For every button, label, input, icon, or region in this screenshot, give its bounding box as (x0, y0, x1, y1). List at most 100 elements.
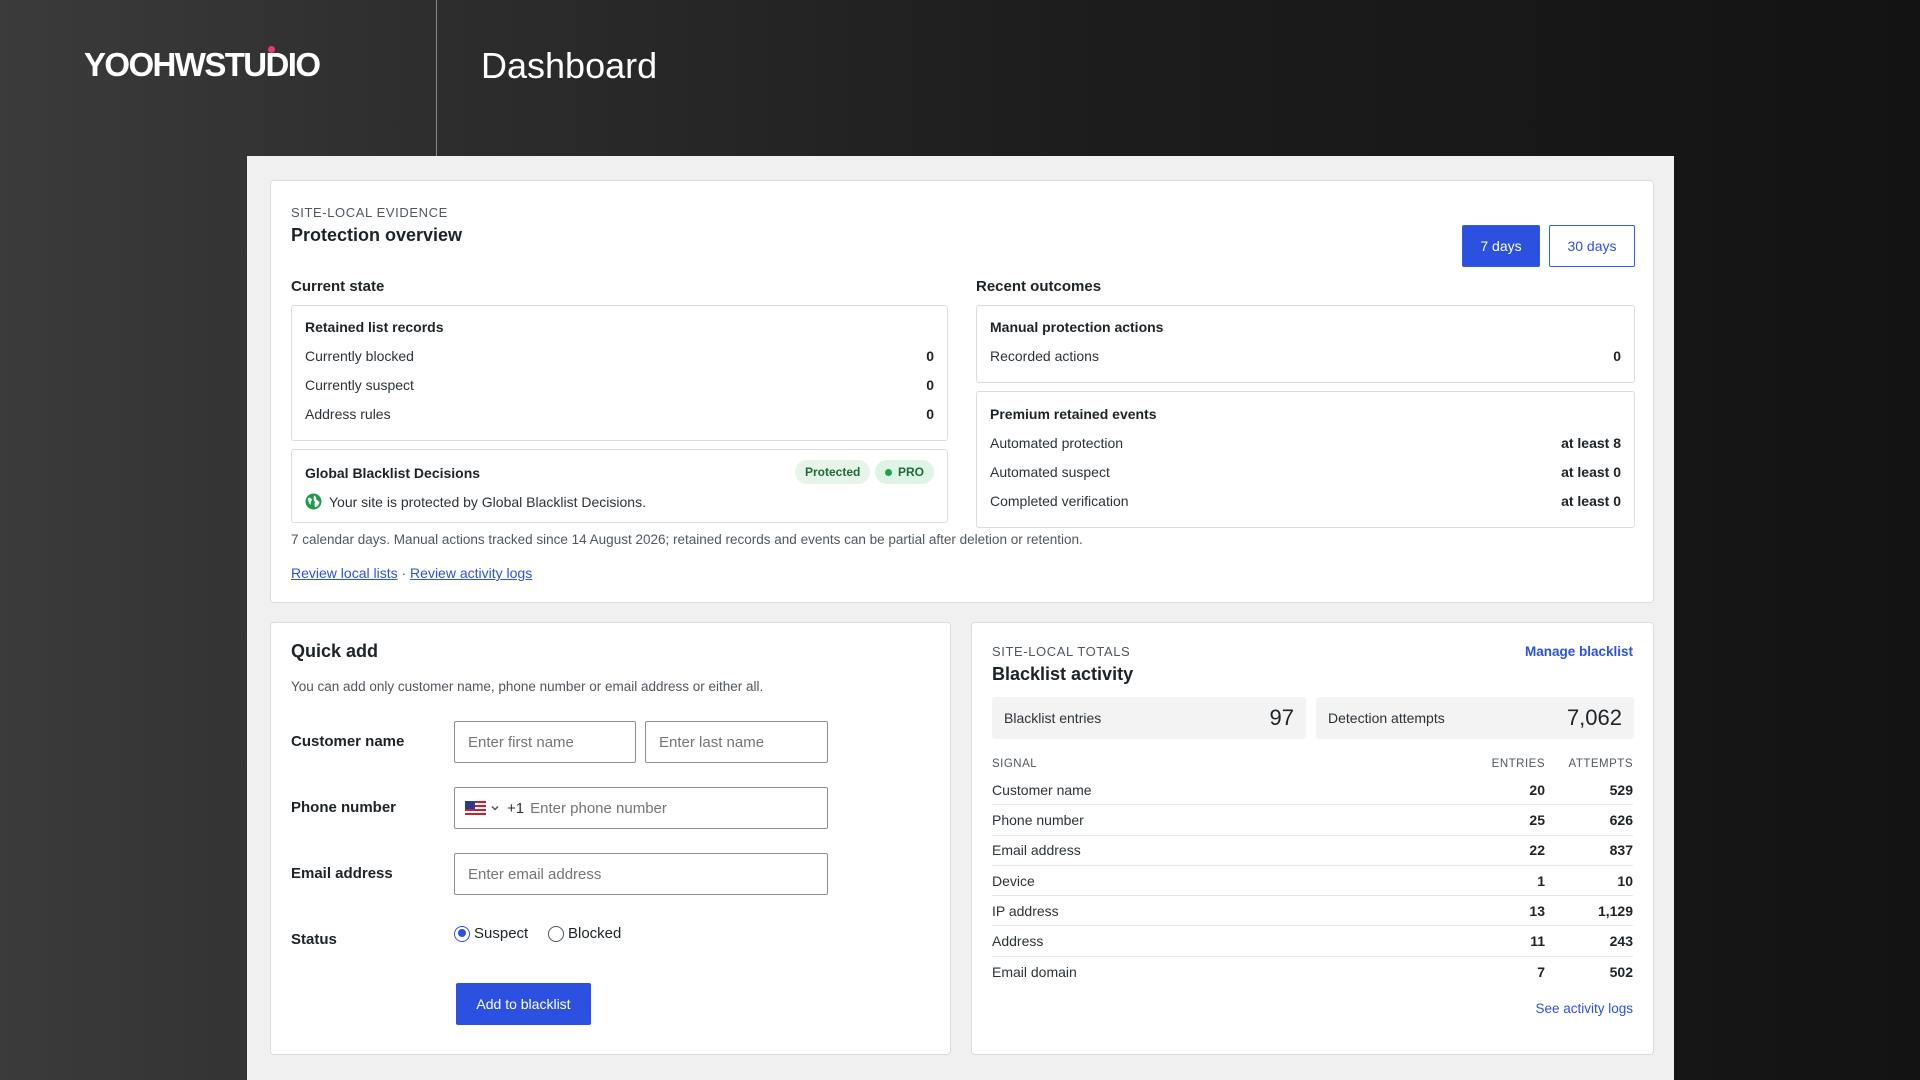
stat-value: at least 0 (1561, 493, 1621, 509)
blacklist-entries-stat: Blacklist entries 97 (992, 697, 1306, 739)
radio-selected-icon (454, 925, 470, 942)
range-7-days-button[interactable]: 7 days (1462, 225, 1540, 267)
activity-eyebrow: SITE-LOCAL TOTALS (992, 644, 1131, 659)
detection-attempts-value: 7,062 (1566, 705, 1622, 730)
status-dot-icon (885, 468, 892, 476)
protected-badge: Protected (795, 460, 871, 484)
premium-events-title: Premium retained events (990, 406, 1157, 422)
manual-actions-box: Manual protection actions Recorded actio… (976, 305, 1635, 383)
global-blacklist-message: Your site is protected by Global Blackli… (305, 493, 646, 510)
entries-cell: 1 (1537, 872, 1545, 889)
status-label: Status (291, 931, 337, 948)
stat-value: at least 0 (1561, 464, 1621, 480)
table-row: Customer name 20 529 (992, 775, 1633, 806)
stat-value: at least 8 (1561, 435, 1621, 451)
customer-name-label: Customer name (291, 733, 405, 750)
status-suspect-label: Suspect (474, 925, 529, 942)
last-name-input[interactable]: Enter last name (645, 721, 828, 763)
entries-cell: 7 (1537, 963, 1545, 980)
brand-logo-text: YOOHWSTUDIO (84, 46, 321, 83)
table-row: Phone number 25 626 (992, 805, 1633, 836)
stat-label: Automated protection (990, 435, 1124, 451)
signal-cell: Email address (992, 842, 1081, 859)
signal-cell: Device (992, 872, 1035, 889)
retained-records-title: Retained list records (305, 319, 444, 335)
quick-add-description: You can add only customer name, phone nu… (291, 679, 764, 694)
attempts-cell: 502 (1609, 963, 1633, 980)
retained-records-box: Retained list records Currently blocked … (291, 305, 948, 441)
detection-attempts-stat: Detection attempts 7,062 (1316, 697, 1634, 739)
overview-note: 7 calendar days. Manual actions tracked … (291, 532, 1083, 547)
country-code: +1 (507, 799, 525, 817)
signal-cell: Phone number (992, 811, 1084, 828)
column-header-signal: SIGNAL (992, 758, 1038, 770)
signal-table: SIGNAL ENTRIES ATTEMPTS Customer name 20 5… (992, 753, 1633, 987)
table-header: SIGNAL ENTRIES ATTEMPTS (992, 753, 1633, 775)
stat-label: Automated suspect (990, 464, 1110, 480)
table-row: Email domain 7 502 (992, 957, 1633, 987)
radio-unselected-icon (548, 925, 564, 942)
premium-events-box: Premium retained events Automated protec… (976, 391, 1635, 528)
table-row: Address 11 243 (992, 926, 1633, 957)
email-address-label: Email address (291, 865, 393, 882)
phone-number-field: +1 Enter phone number (454, 787, 828, 829)
stat-value: 0 (1613, 348, 1621, 364)
country-selector[interactable] (465, 801, 501, 815)
table-row: Device 1 10 (992, 866, 1633, 897)
brand-logo[interactable]: YOOHWSTUDIO (84, 46, 321, 86)
global-blacklist-box: Global Blacklist Decisions Protected PRO… (291, 449, 948, 523)
table-row: Email address 22 837 (992, 836, 1633, 866)
detection-attempts-label: Detection attempts (1328, 710, 1445, 726)
global-blacklist-title: Global Blacklist Decisions (305, 465, 481, 481)
attempts-cell: 529 (1609, 781, 1633, 798)
range-30-days-button[interactable]: 30 days (1549, 225, 1635, 267)
entries-cell: 22 (1529, 842, 1545, 859)
attempts-cell: 1,129 (1597, 902, 1633, 919)
attempts-cell: 626 (1609, 811, 1633, 828)
entries-cell: 20 (1529, 781, 1545, 798)
signal-cell: IP address (992, 902, 1059, 919)
stat-value: 0 (926, 406, 934, 422)
blacklist-activity-card: SITE-LOCAL TOTALS Blacklist activity Man… (971, 622, 1654, 1055)
quick-add-card: Quick add You can add only customer name… (270, 622, 951, 1055)
attempts-cell: 10 (1617, 872, 1633, 889)
see-activity-logs-link[interactable]: See activity logs (1535, 1001, 1633, 1016)
review-activity-logs-link[interactable]: Review activity logs (410, 565, 532, 581)
us-flag-icon (465, 801, 486, 815)
stat-label: Currently blocked (305, 348, 414, 364)
stat-row-completed-verification: Completed verification at least 0 (990, 493, 1621, 509)
recent-outcomes-heading: Recent outcomes (976, 278, 1102, 295)
status-suspect-radio[interactable]: Suspect (454, 925, 528, 942)
review-local-lists-link[interactable]: Review local lists (291, 565, 398, 581)
global-blacklist-message-text: Your site is protected by Global Blackli… (329, 493, 646, 510)
blacklist-entries-label: Blacklist entries (1004, 710, 1102, 726)
stat-label: Completed verification (990, 493, 1129, 509)
column-header-attempts: ATTEMPTS (1568, 758, 1633, 770)
header-divider (436, 0, 437, 156)
status-blocked-radio[interactable]: Blocked (548, 925, 621, 942)
overview-title: Protection overview (291, 225, 463, 245)
link-separator: · (401, 565, 407, 581)
logo-accent-dot (268, 46, 275, 53)
entries-cell: 25 (1529, 811, 1545, 828)
signal-cell: Email domain (992, 963, 1077, 980)
overview-eyebrow: SITE-LOCAL EVIDENCE (291, 205, 448, 220)
stat-row-address-rules: Address rules 0 (305, 406, 934, 422)
add-to-blacklist-button[interactable]: Add to blacklist (456, 983, 591, 1025)
stat-label: Currently suspect (305, 377, 414, 393)
blacklist-entries-value: 97 (1269, 705, 1294, 730)
stat-value: 0 (926, 348, 934, 364)
stat-row-currently-suspect: Currently suspect 0 (305, 377, 934, 393)
stat-row-recorded-actions: Recorded actions 0 (990, 348, 1621, 364)
phone-number-input[interactable]: Enter phone number (530, 800, 667, 817)
first-name-input[interactable]: Enter first name (454, 721, 636, 763)
pro-badge-label: PRO (898, 465, 925, 479)
manage-blacklist-link[interactable]: Manage blacklist (1525, 644, 1633, 659)
signal-cell: Address (992, 933, 1044, 950)
column-header-entries: ENTRIES (1491, 758, 1545, 770)
entries-cell: 13 (1529, 902, 1545, 919)
attempts-cell: 837 (1609, 842, 1633, 859)
stat-row-currently-blocked: Currently blocked 0 (305, 348, 934, 364)
stat-row-automated-suspect: Automated suspect at least 0 (990, 464, 1621, 480)
email-address-input[interactable]: Enter email address (454, 853, 828, 895)
